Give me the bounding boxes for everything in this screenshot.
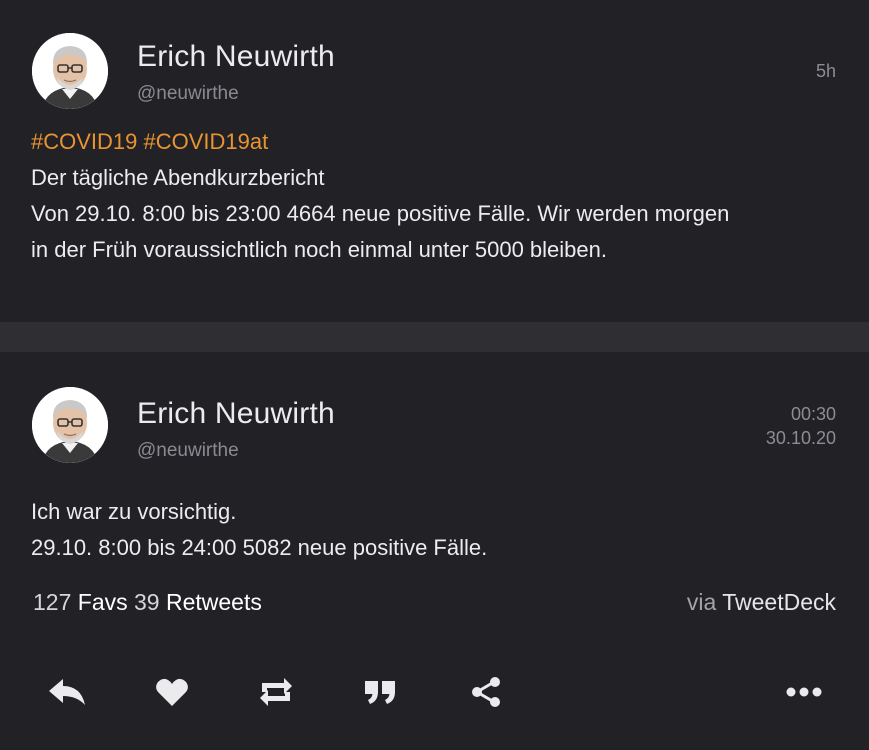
author-name[interactable]: Erich Neuwirth	[137, 40, 335, 74]
via-label: via	[686, 589, 717, 615]
avatar[interactable]	[32, 33, 108, 109]
retweets-count: 39	[134, 589, 160, 615]
author-handle[interactable]: @neuwirthe	[137, 83, 239, 105]
retweet-button[interactable]	[254, 670, 298, 714]
time-date: 30.10.20	[765, 428, 836, 448]
tweet-timestamp: 5h	[816, 59, 836, 83]
tweet-line: Von 29.10. 8:00 bis 23:00 4664 neue posi…	[31, 201, 730, 226]
tweet-line: Der tägliche Abendkurzbericht	[31, 165, 325, 190]
tweet-actions-bar	[0, 670, 869, 718]
tweet-stats: 127 Favs 39 Retweets	[33, 589, 262, 616]
tweet-line: Ich war zu vorsichtig.	[31, 499, 237, 524]
reply-button[interactable]	[45, 670, 89, 714]
retweet-icon	[260, 678, 292, 706]
more-button[interactable]	[782, 670, 826, 714]
time-relative: 5h	[815, 61, 836, 81]
client-name[interactable]: TweetDeck	[722, 589, 836, 615]
avatar-portrait-icon	[32, 33, 108, 109]
favorite-button[interactable]	[150, 670, 194, 714]
reply-icon	[49, 679, 85, 705]
author-name[interactable]: Erich Neuwirth	[137, 397, 335, 431]
tweet-card-detail[interactable]: Erich Neuwirth @neuwirthe 00:30 30.10.20…	[0, 352, 869, 750]
heart-icon	[156, 678, 188, 706]
quote-button[interactable]	[358, 670, 402, 714]
hashtags[interactable]: #COVID19 #COVID19at	[31, 124, 839, 160]
author-handle[interactable]: @neuwirthe	[137, 440, 239, 462]
favs-link[interactable]: Favs	[78, 589, 128, 615]
avatar[interactable]	[32, 387, 108, 463]
tweet-source: via TweetDeck	[687, 589, 836, 616]
favs-count: 127	[33, 589, 72, 615]
quote-icon	[365, 681, 395, 704]
tweet-card[interactable]: Erich Neuwirth @neuwirthe 5h #COVID19 #C…	[0, 0, 869, 322]
share-button[interactable]	[464, 670, 508, 714]
tweet-separator	[0, 322, 869, 352]
tweet-line: in der Früh voraussichtlich noch einmal …	[31, 237, 607, 262]
retweets-link[interactable]: Retweets	[166, 589, 262, 615]
more-dots-icon	[786, 687, 822, 697]
tweet-text: Ich war zu vorsichtig. 29.10. 8:00 bis 2…	[31, 494, 839, 566]
tweet-text: #COVID19 #COVID19at Der tägliche Abendku…	[31, 124, 839, 268]
avatar-portrait-icon	[32, 387, 108, 463]
time-clock: 00:30	[790, 404, 836, 424]
tweet-line: 29.10. 8:00 bis 24:00 5082 neue positive…	[31, 535, 488, 560]
tweet-timestamp: 00:30 30.10.20	[766, 402, 836, 450]
share-icon	[472, 677, 500, 707]
